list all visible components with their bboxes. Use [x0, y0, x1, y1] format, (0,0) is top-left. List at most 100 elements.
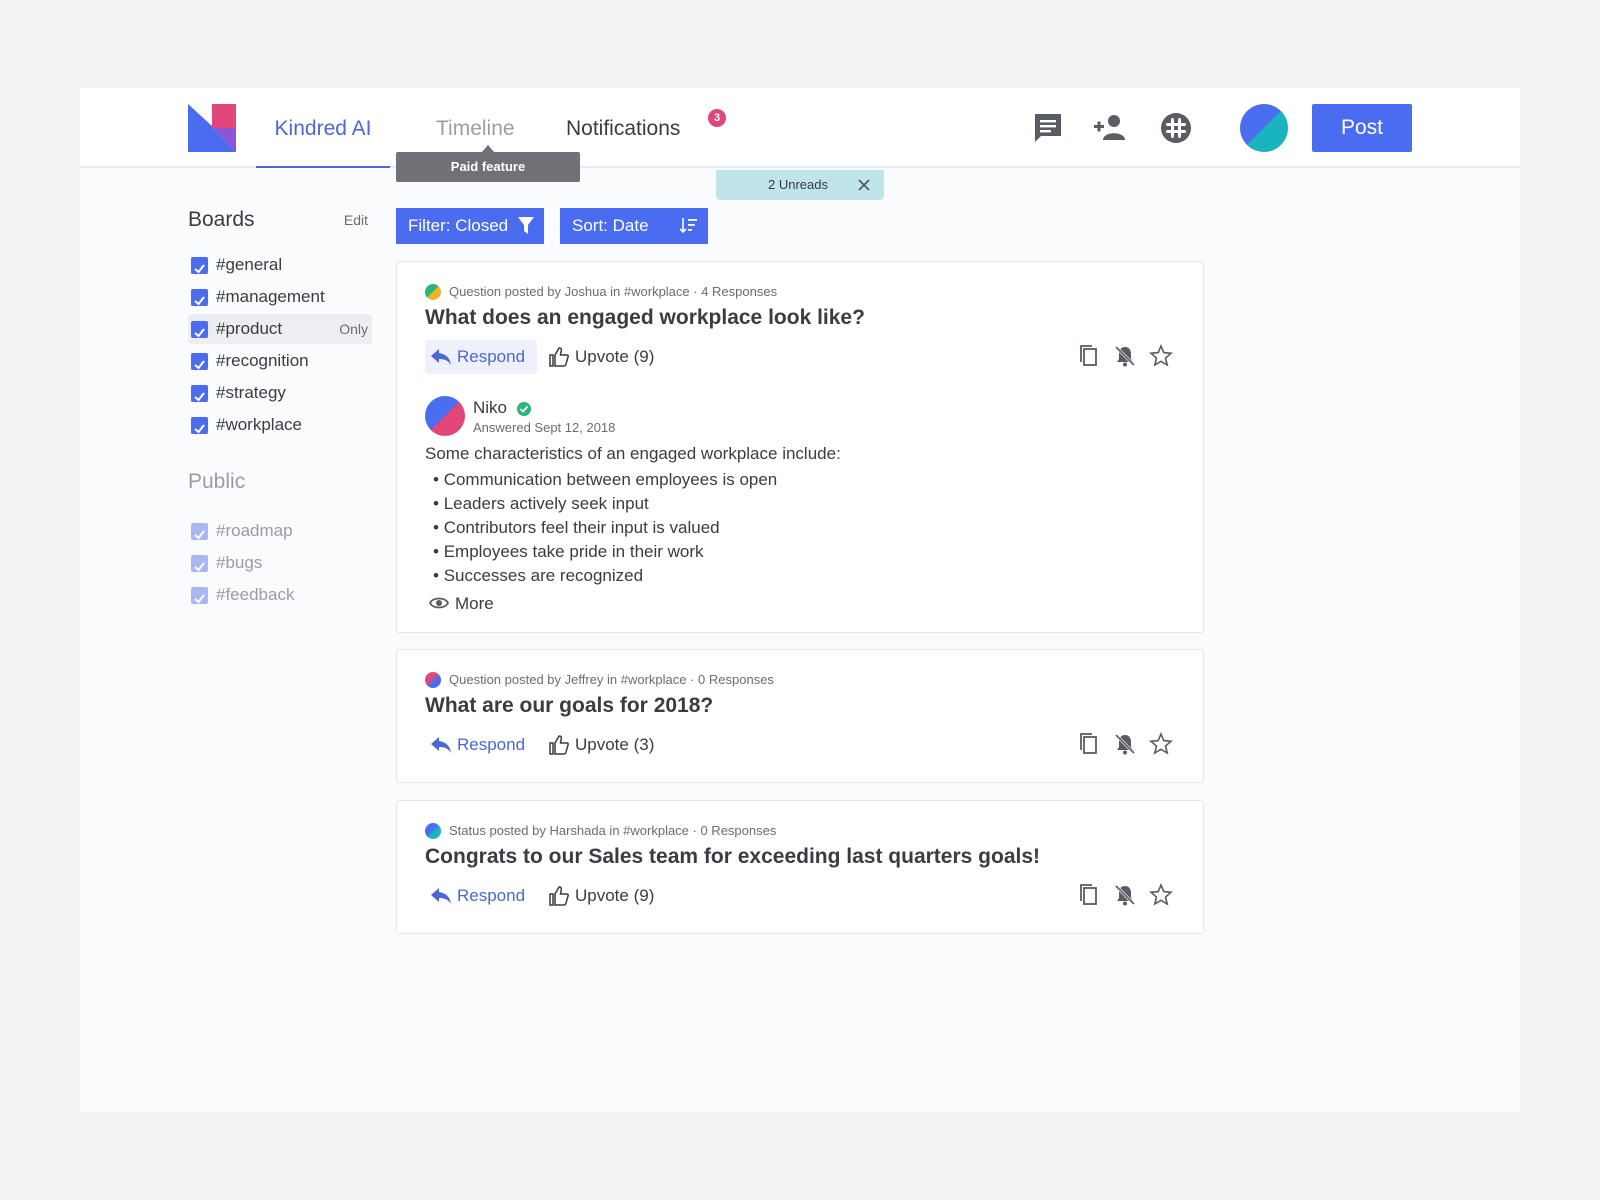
sidebar-item-label: #recognition — [216, 351, 309, 370]
answer-author[interactable]: Niko — [473, 398, 507, 418]
star-icon[interactable] — [1149, 344, 1173, 368]
thumbs-up-icon — [549, 886, 569, 906]
close-icon[interactable] — [856, 177, 872, 193]
sidebar-item-label: #workplace — [216, 415, 302, 434]
post-title[interactable]: Congrats to our Sales team for exceeding… — [425, 845, 1040, 869]
post-title[interactable]: What are our goals for 2018? — [425, 694, 713, 718]
star-icon[interactable] — [1149, 732, 1173, 756]
post-card: Question posted by Jeffrey in #workplace… — [396, 649, 1204, 783]
sidebar-item-label: #management — [216, 287, 325, 306]
add-user-icon[interactable] — [1092, 110, 1128, 146]
sidebar-item-general[interactable]: #general — [188, 250, 372, 280]
sidebar-item-workplace[interactable]: #workplace — [188, 410, 372, 440]
mute-bell-icon[interactable] — [1113, 732, 1137, 756]
reply-icon — [431, 349, 451, 365]
sort-button[interactable]: Sort: Date — [560, 208, 708, 244]
star-icon[interactable] — [1149, 883, 1173, 907]
post-card: Question posted by Joshua in #workplace … — [396, 261, 1204, 633]
copy-icon[interactable] — [1077, 732, 1101, 756]
answer-date: Answered Sept 12, 2018 — [473, 420, 616, 435]
checkbox-checked-icon[interactable] — [191, 555, 208, 572]
thumbs-up-icon — [549, 347, 569, 367]
list-item: Successes are recognized — [433, 564, 777, 588]
edit-boards-link[interactable]: Edit — [344, 212, 368, 228]
user-avatar[interactable] — [1240, 104, 1288, 152]
filter-button[interactable]: Filter: Closed — [396, 208, 544, 244]
thumbs-up-icon — [549, 735, 569, 755]
sidebar-item-management[interactable]: #management — [188, 282, 372, 312]
sort-label: Sort: Date — [572, 216, 649, 235]
board-dot-icon — [425, 672, 441, 688]
sidebar-item-label: #bugs — [216, 553, 263, 572]
unreads-label: 2 Unreads — [768, 177, 828, 192]
sidebar-item-feedback[interactable]: #feedback — [188, 580, 372, 610]
checkbox-checked-icon[interactable] — [191, 289, 208, 306]
post-meta: Question posted by Joshua in #workplace … — [425, 284, 778, 300]
mute-bell-icon[interactable] — [1113, 883, 1137, 907]
reply-icon — [431, 737, 451, 753]
avatar[interactable] — [425, 396, 465, 436]
upvote-button[interactable]: Upvote (3) — [549, 728, 654, 762]
sidebar-item-label: #product — [216, 319, 283, 338]
public-heading: Public — [188, 470, 372, 500]
only-link[interactable]: Only — [339, 314, 368, 344]
list-item: Employees take pride in their work — [433, 540, 777, 564]
upvote-button[interactable]: Upvote (9) — [549, 879, 654, 913]
upvote-label: Upvote (3) — [575, 735, 655, 754]
list-item: Communication between employees is open — [433, 468, 778, 492]
notifications-badge: 3 — [708, 109, 726, 127]
sidebar-item-strategy[interactable]: #strategy — [188, 378, 372, 408]
paid-feature-tooltip: Paid feature — [396, 145, 580, 182]
chat-icon[interactable] — [1030, 110, 1066, 146]
boards-heading: Boards Edit — [188, 208, 372, 238]
kindred-logo[interactable] — [188, 104, 236, 152]
post-meta-text: Status posted by Harshada in #workplace … — [449, 823, 777, 838]
post-meta: Status posted by Harshada in #workplace … — [425, 823, 777, 839]
checkbox-checked-icon[interactable] — [191, 353, 208, 370]
checkbox-checked-icon[interactable] — [191, 587, 208, 604]
respond-button[interactable]: Respond — [425, 879, 537, 913]
copy-icon[interactable] — [1077, 883, 1101, 907]
sort-icon — [680, 218, 697, 234]
checkbox-checked-icon[interactable] — [191, 321, 208, 338]
verified-icon — [517, 402, 531, 416]
unreads-banner[interactable]: 2 Unreads — [716, 170, 884, 200]
tab-notifications[interactable]: Notifications — [566, 88, 680, 168]
answer-intro: Some characteristics of an engaged workp… — [425, 444, 841, 463]
upvote-label: Upvote (9) — [575, 886, 655, 905]
respond-button[interactable]: Respond — [425, 340, 537, 374]
more-label: More — [455, 594, 494, 613]
sidebar-item-bugs[interactable]: #bugs — [188, 548, 372, 578]
post-meta: Question posted by Jeffrey in #workplace… — [425, 672, 774, 688]
sidebar-item-recognition[interactable]: #recognition — [188, 346, 372, 376]
top-bar: Kindred AI Timeline Notifications 3 Post — [80, 88, 1520, 168]
checkbox-checked-icon[interactable] — [191, 385, 208, 402]
sidebar-item-label: #roadmap — [216, 521, 293, 540]
post-meta-text: Question posted by Joshua in #workplace … — [449, 284, 778, 299]
sidebar-item-label: #feedback — [216, 585, 295, 604]
list-item: Contributors feel their input is valued — [433, 516, 777, 540]
sidebar-item-label: #strategy — [216, 383, 286, 402]
upvote-button[interactable]: Upvote (9) — [549, 340, 654, 374]
reply-icon — [431, 888, 451, 904]
post-title[interactable]: What does an engaged workplace look like… — [425, 306, 865, 330]
app-frame: Kindred AI Timeline Notifications 3 Post… — [80, 88, 1520, 1112]
copy-icon[interactable] — [1077, 344, 1101, 368]
sidebar-item-product[interactable]: #product Only — [188, 314, 372, 344]
post-card: Status posted by Harshada in #workplace … — [396, 800, 1204, 934]
post-button[interactable]: Post — [1312, 104, 1412, 152]
board-dot-icon — [425, 823, 441, 839]
checkbox-checked-icon[interactable] — [191, 257, 208, 274]
filter-icon — [518, 217, 534, 234]
tab-kindred-ai[interactable]: Kindred AI — [256, 88, 390, 168]
checkbox-checked-icon[interactable] — [191, 523, 208, 540]
slack-icon[interactable] — [1158, 110, 1194, 146]
answer-list: Communication between employees is open … — [433, 468, 778, 588]
checkbox-checked-icon[interactable] — [191, 417, 208, 434]
eye-icon — [429, 597, 449, 609]
respond-button[interactable]: Respond — [425, 728, 537, 762]
mute-bell-icon[interactable] — [1113, 344, 1137, 368]
more-button[interactable]: More — [429, 594, 494, 614]
sidebar-item-roadmap[interactable]: #roadmap — [188, 516, 372, 546]
respond-label: Respond — [457, 347, 526, 366]
